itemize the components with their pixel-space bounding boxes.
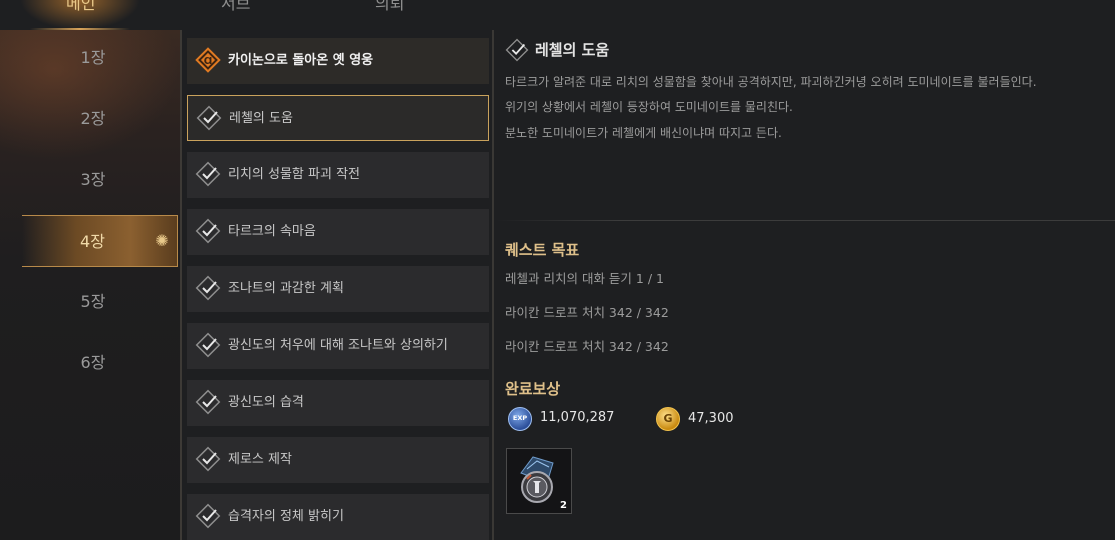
exp-reward-value: 11,070,287 bbox=[540, 410, 615, 425]
quest-detail-title: 레첼의 도움 bbox=[535, 41, 610, 59]
checkmark-diamond-icon bbox=[195, 503, 221, 529]
quest-item[interactable]: 타르크의 속마음 bbox=[187, 209, 489, 255]
chapter-1[interactable]: 1장 bbox=[0, 38, 180, 78]
checkmark-diamond-icon bbox=[195, 389, 221, 415]
chapter-5[interactable]: 5장 bbox=[0, 282, 180, 322]
orange-quest-marker-icon: Ɑ bbox=[195, 47, 221, 73]
checkmark-diamond-icon bbox=[196, 105, 222, 131]
checkmark-diamond-icon bbox=[505, 38, 529, 62]
exp-orb-icon: EXP bbox=[508, 407, 532, 431]
quest-item[interactable]: 레첼의 도움 bbox=[187, 95, 489, 141]
chapter-sidebar: 1장 2장 3장 4장 ✺ 5장 6장 bbox=[0, 30, 180, 540]
quest-item[interactable]: 제로스 제작 bbox=[187, 437, 489, 483]
quest-description-line: 타르크가 알려준 대로 리치의 성물함을 찾아내 공격하지만, 파괴하긴커녕 오… bbox=[505, 75, 1037, 89]
checkmark-diamond-icon bbox=[195, 446, 221, 472]
quest-label: 습격자의 정체 밝히기 bbox=[228, 509, 344, 524]
exp-icon-label: EXP bbox=[512, 414, 528, 422]
chapter-6[interactable]: 6장 bbox=[0, 343, 180, 383]
quest-item[interactable]: Ɑ 카이논으로 돌아온 옛 영웅 bbox=[187, 38, 489, 84]
chapter-label: 5장 bbox=[80, 292, 106, 311]
item-count: 2 bbox=[560, 500, 567, 511]
checkmark-diamond-icon bbox=[195, 275, 221, 301]
chapter-label: 3장 bbox=[80, 170, 106, 189]
tab-request[interactable]: 의뢰 bbox=[375, 0, 404, 14]
checkmark-diamond-icon bbox=[195, 332, 221, 358]
objective-item: 라이칸 드로프 처치 342 / 342 bbox=[505, 339, 669, 354]
gold-reward-value: 47,300 bbox=[688, 411, 734, 426]
chapter-4[interactable]: 4장 ✺ bbox=[22, 215, 178, 267]
objective-item: 라이칸 드로프 처치 342 / 342 bbox=[505, 305, 669, 320]
quest-label: 레첼의 도움 bbox=[229, 111, 293, 126]
quest-description-line: 위기의 상황에서 레첼이 등장하여 도미네이트를 물리친다. bbox=[505, 100, 793, 114]
chapter-label: 6장 bbox=[80, 353, 106, 372]
quest-item[interactable]: 리치의 성물함 파괴 작전 bbox=[187, 152, 489, 198]
quest-label: 리치의 성물함 파괴 작전 bbox=[228, 167, 360, 182]
section-divider bbox=[496, 220, 1115, 221]
reward-item-slot[interactable]: 2 bbox=[506, 448, 572, 514]
sun-ornament-icon: ✺ bbox=[155, 231, 169, 250]
objectives-title: 퀘스트 목표 bbox=[505, 241, 580, 259]
checkmark-diamond-icon bbox=[195, 218, 221, 244]
quest-label: 광신도의 처우에 대해 조나트와 상의하기 bbox=[228, 338, 448, 353]
chapter-2[interactable]: 2장 bbox=[0, 99, 180, 139]
quest-item[interactable]: 광신도의 습격 bbox=[187, 380, 489, 426]
tab-main[interactable]: 메인 bbox=[66, 0, 95, 14]
quest-description-line: 분노한 도미네이트가 레첼에게 배신이냐며 따지고 든다. bbox=[505, 126, 782, 140]
svg-text:Ɑ: Ɑ bbox=[204, 56, 213, 67]
quest-label: 조나트의 과감한 계획 bbox=[228, 281, 344, 296]
checkmark-diamond-icon bbox=[195, 161, 221, 187]
tab-sub[interactable]: 서브 bbox=[221, 0, 250, 14]
chapter-label: 2장 bbox=[80, 109, 106, 128]
quest-label: 타르크의 속마음 bbox=[228, 224, 316, 239]
quest-label: 제로스 제작 bbox=[228, 452, 292, 467]
chapter-3[interactable]: 3장 bbox=[0, 160, 180, 200]
rewards-title: 완료보상 bbox=[505, 380, 561, 398]
sidebar-divider bbox=[180, 30, 182, 540]
top-tab-bar: 메인 서브 의뢰 bbox=[0, 0, 1115, 30]
quest-item[interactable]: 광신도의 처우에 대해 조나트와 상의하기 bbox=[187, 323, 489, 369]
quest-item[interactable]: 조나트의 과감한 계획 bbox=[187, 266, 489, 312]
objective-item: 레첼과 리치의 대화 듣기 1 / 1 bbox=[505, 271, 664, 286]
quest-label: 카이논으로 돌아온 옛 영웅 bbox=[228, 53, 374, 68]
list-divider bbox=[492, 30, 494, 540]
gold-icon-label: G bbox=[663, 412, 673, 425]
chapter-label: 4장 bbox=[80, 232, 105, 251]
gold-coin-icon: G bbox=[656, 407, 680, 431]
quest-label: 광신도의 습격 bbox=[228, 395, 304, 410]
chapter-label: 1장 bbox=[80, 48, 106, 67]
quest-item[interactable]: 습격자의 정체 밝히기 bbox=[187, 494, 489, 540]
